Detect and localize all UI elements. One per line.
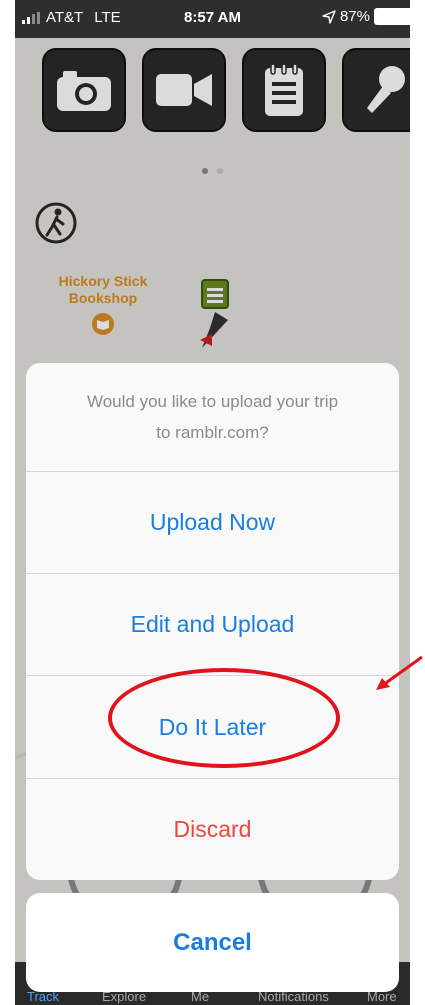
highlight-ellipse — [108, 668, 340, 768]
cancel-button[interactable]: Cancel — [26, 893, 399, 992]
edit-and-upload-button[interactable]: Edit and Upload — [26, 573, 399, 675]
status-bar: AT&T LTE 8:57 AM 87% — [15, 0, 410, 38]
status-right: 87% — [322, 8, 410, 25]
upload-prompt-message: Would you like to upload your trip to ra… — [86, 392, 339, 442]
phone-screen: AT&T LTE 8:57 AM 87% Hickory Stick Books… — [15, 0, 410, 1005]
discard-button[interactable]: Discard — [26, 778, 399, 880]
upload-now-button[interactable]: Upload Now — [26, 471, 399, 573]
battery-icon — [374, 8, 410, 25]
battery-percent: 87% — [339, 8, 370, 25]
upload-action-sheet: Would you like to upload your trip to ra… — [26, 363, 399, 880]
location-arrow-icon — [322, 9, 336, 24]
annotation-arrow-icon — [376, 655, 423, 690]
